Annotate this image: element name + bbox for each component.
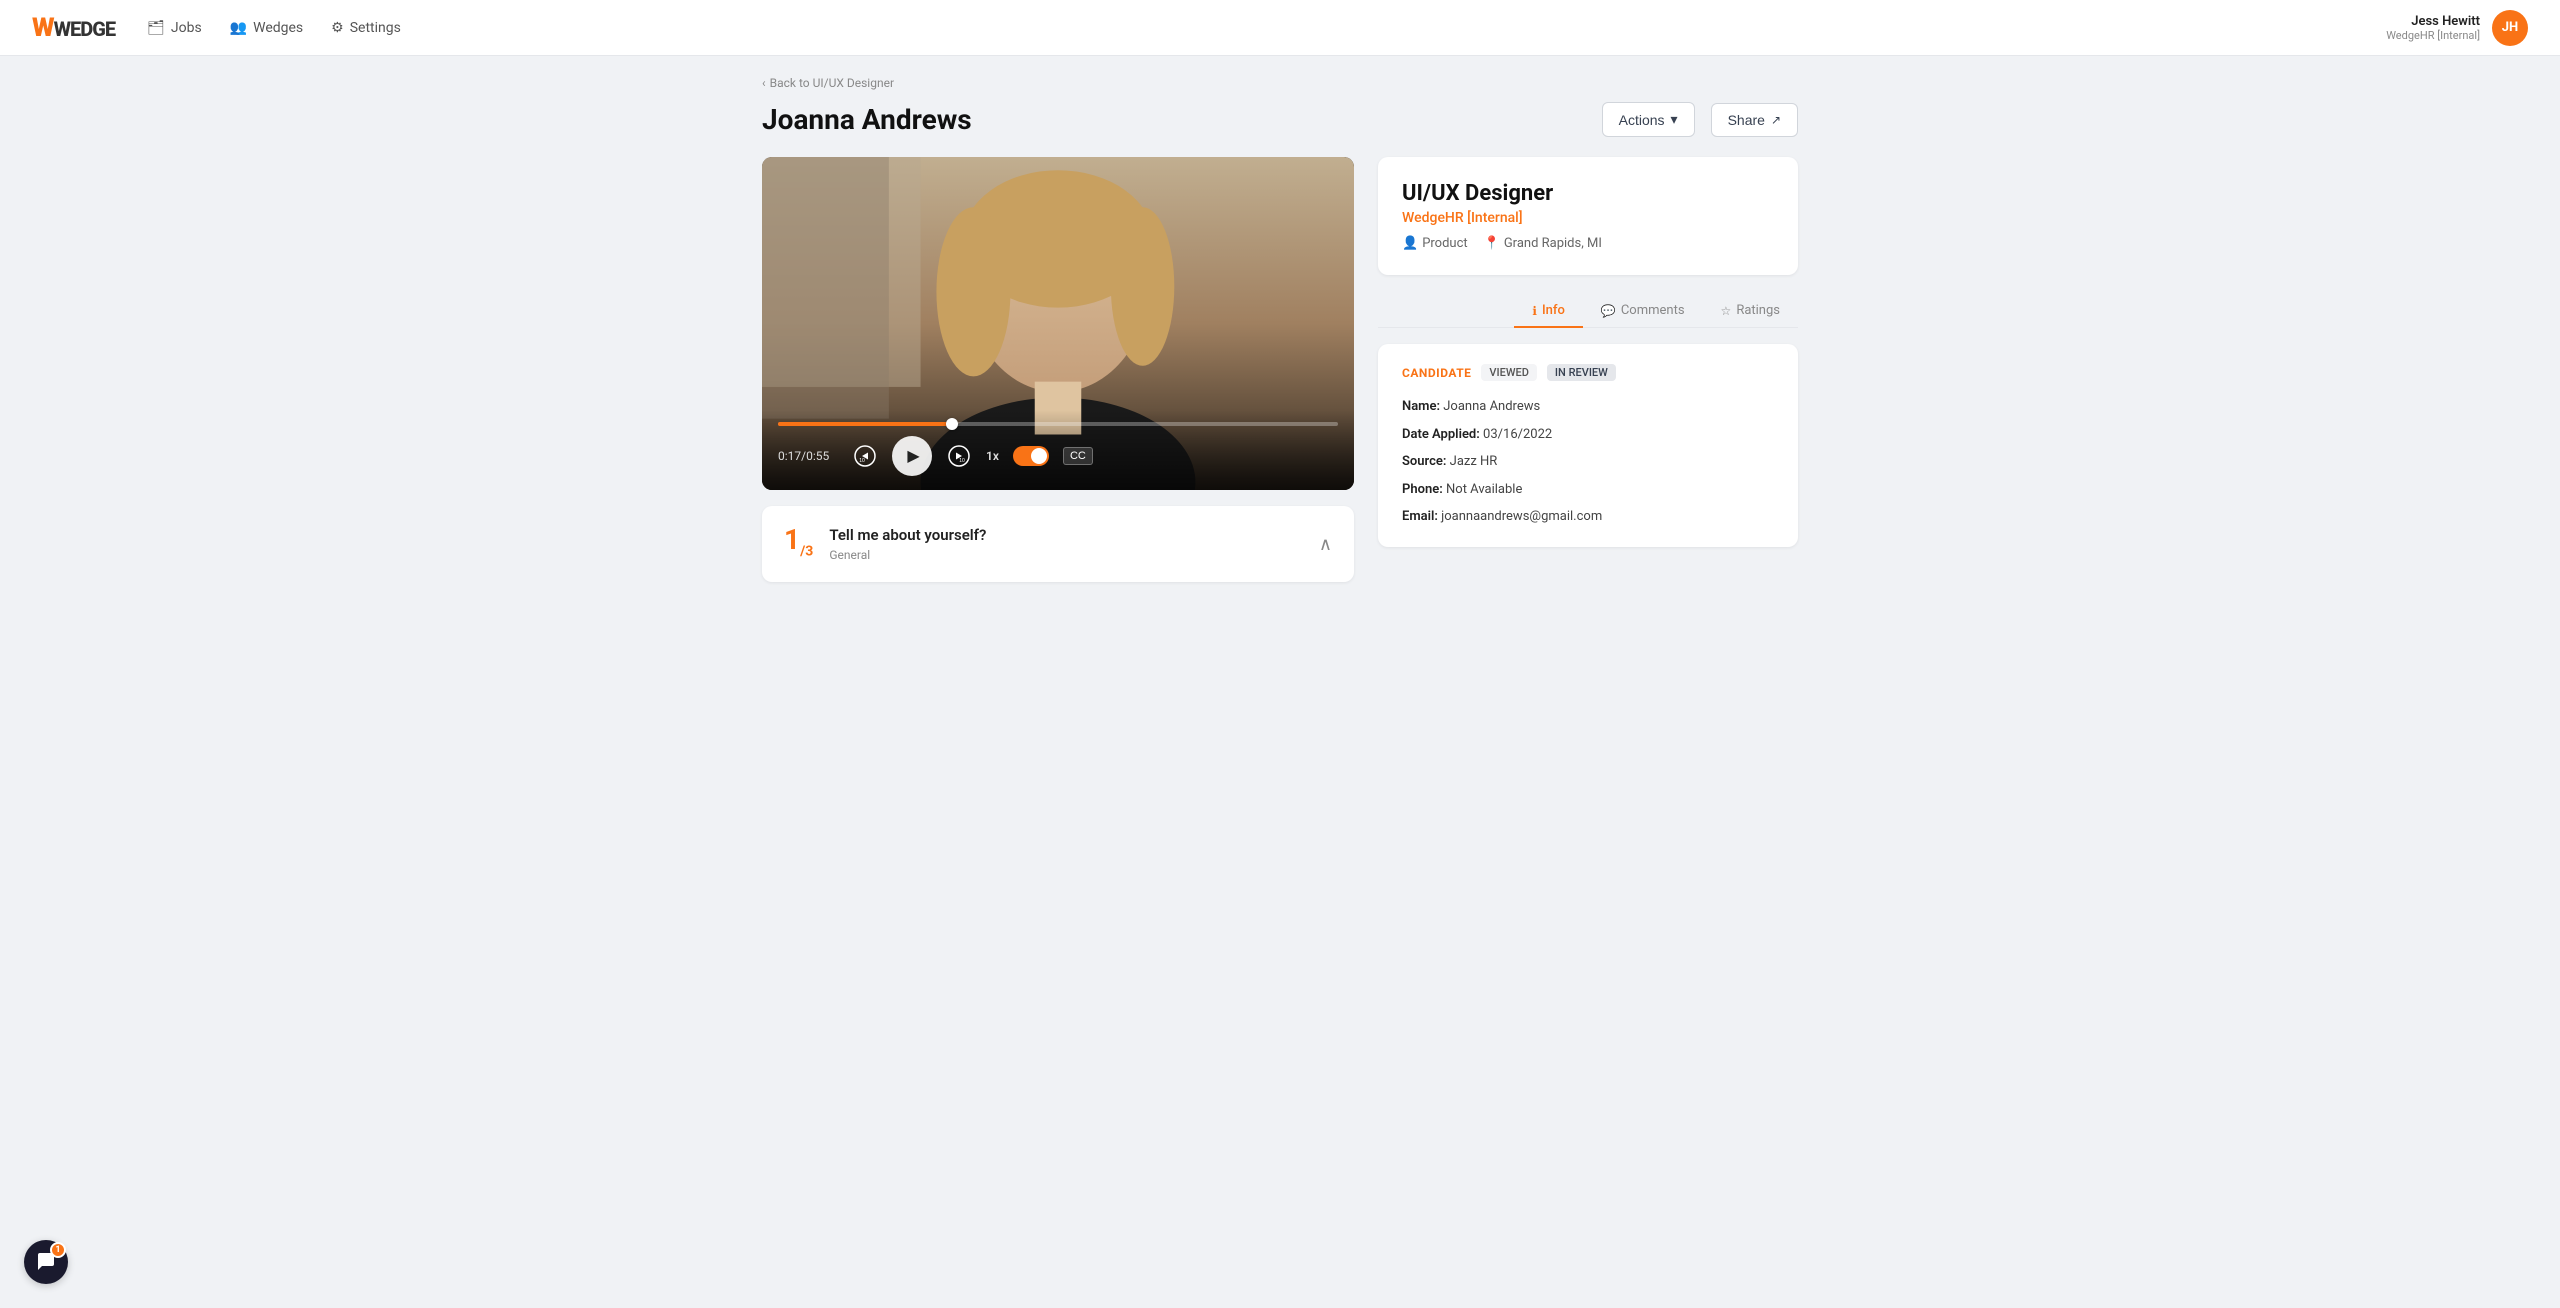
forward-icon: 10 <box>948 445 970 467</box>
notification-badge: 1 <box>50 1242 66 1258</box>
tab-comments[interactable]: 💬 Comments <box>1583 295 1703 328</box>
share-label: Share <box>1728 112 1765 128</box>
users-icon: 👥 <box>230 20 247 36</box>
time-display: 0:17/0:55 <box>778 449 838 463</box>
play-icon: ▶ <box>907 446 919 466</box>
candidate-label: CANDIDATE <box>1402 366 1471 380</box>
svg-text:10: 10 <box>859 458 865 464</box>
header-actions: Actions ▾ Share ↗ <box>1602 102 1798 137</box>
page-title: Joanna Andrews <box>762 103 972 136</box>
share-button[interactable]: Share ↗ <box>1711 103 1798 137</box>
location-icon: 📍 <box>1484 236 1500 251</box>
page-header: Joanna Andrews Actions ▾ Share ↗ <box>762 102 1798 137</box>
job-department: 👤 Product <box>1402 236 1468 251</box>
chat-bubble[interactable]: 1 <box>24 1240 68 1284</box>
navbar-left: WWEDGE 🗂 Jobs 👥 Wedges ⚙ Settings <box>32 13 401 43</box>
progress-fill <box>778 422 952 426</box>
speed-control[interactable]: 1x <box>986 449 999 463</box>
email-label: Email: <box>1402 509 1438 524</box>
video-controls: 0:17/0:55 10 ▶ <box>762 410 1354 490</box>
candidate-header: CANDIDATE VIEWED IN REVIEW <box>1402 364 1774 381</box>
job-location: 📍 Grand Rapids, MI <box>1484 236 1602 251</box>
chevron-left-icon: ‹ <box>762 76 766 90</box>
email-value: joannaandrews@gmail.com <box>1441 509 1602 524</box>
actions-button[interactable]: Actions ▾ <box>1602 102 1695 137</box>
progress-knob <box>946 418 958 430</box>
nav-item-wedges[interactable]: 👥 Wedges <box>230 20 303 36</box>
chevron-down-icon: ▾ <box>1671 111 1678 128</box>
logo[interactable]: WWEDGE <box>32 13 115 43</box>
forward-button[interactable]: 10 <box>946 443 972 469</box>
question-left: 1/3 Tell me about yourself? General <box>784 526 986 562</box>
breadcrumb: ‹ Back to UI/UX Designer <box>762 76 1798 90</box>
rewind-button[interactable]: 10 <box>852 443 878 469</box>
name-label: Name: <box>1402 399 1440 414</box>
status-badge-viewed: VIEWED <box>1481 364 1537 381</box>
audio-toggle[interactable] <box>1013 446 1049 466</box>
question-details: Tell me about yourself? General <box>829 526 986 562</box>
date-label: Date Applied: <box>1402 427 1480 442</box>
info-icon: ℹ <box>1532 304 1537 318</box>
video-player: 0:17/0:55 10 ▶ <box>762 157 1354 490</box>
navbar: WWEDGE 🗂 Jobs 👥 Wedges ⚙ Settings <box>0 0 2560 56</box>
rewind-icon: 10 <box>854 445 876 467</box>
left-column: 0:17/0:55 10 ▶ <box>762 157 1354 582</box>
question-card: 1/3 Tell me about yourself? General ∧ <box>762 506 1354 582</box>
comment-icon: 💬 <box>1601 304 1616 318</box>
job-meta: 👤 Product 📍 Grand Rapids, MI <box>1402 236 1774 251</box>
candidate-card: CANDIDATE VIEWED IN REVIEW Name: Joanna … <box>1378 344 1798 547</box>
job-org: WedgeHR [Internal] <box>1402 210 1774 226</box>
captions-button[interactable]: CC <box>1063 447 1093 465</box>
question-category: General <box>829 548 986 562</box>
candidate-name-row: Name: Joanna Andrews <box>1402 397 1774 417</box>
breadcrumb-link[interactable]: Back to UI/UX Designer <box>770 76 894 90</box>
name-value: Joanna Andrews <box>1443 399 1540 414</box>
tab-ratings[interactable]: ☆ Ratings <box>1703 295 1798 328</box>
source-label: Source: <box>1402 454 1446 469</box>
briefcase-icon: 🗂 <box>147 20 165 36</box>
phone-value: Not Available <box>1446 482 1522 497</box>
question-number: 1/3 <box>784 526 813 559</box>
user-info: Jess Hewitt WedgeHR [Internal] <box>2386 14 2480 42</box>
tab-info[interactable]: ℹ Info <box>1514 295 1582 328</box>
phone-label: Phone: <box>1402 482 1443 497</box>
svg-text:10: 10 <box>959 458 965 464</box>
content-grid: 0:17/0:55 10 ▶ <box>762 157 1798 582</box>
user-org: WedgeHR [Internal] <box>2386 29 2480 42</box>
user-name: Jess Hewitt <box>2386 14 2480 29</box>
job-title: UI/UX Designer <box>1402 181 1774 206</box>
navbar-right: Jess Hewitt WedgeHR [Internal] JH <box>2386 10 2528 46</box>
job-card: UI/UX Designer WedgeHR [Internal] 👤 Prod… <box>1378 157 1798 275</box>
share-icon: ↗ <box>1771 113 1781 127</box>
nav-links: 🗂 Jobs 👥 Wedges ⚙ Settings <box>147 20 401 36</box>
gear-icon: ⚙ <box>331 20 344 36</box>
candidate-date-row: Date Applied: 03/16/2022 <box>1402 425 1774 445</box>
nav-item-jobs[interactable]: 🗂 Jobs <box>147 20 202 36</box>
tabs-container: ℹ Info 💬 Comments ☆ Ratings <box>1378 295 1798 328</box>
play-button[interactable]: ▶ <box>892 436 932 476</box>
candidate-phone-row: Phone: Not Available <box>1402 480 1774 500</box>
chevron-up-icon: ∧ <box>1319 534 1332 554</box>
progress-bar[interactable] <box>778 422 1338 426</box>
date-value: 03/16/2022 <box>1483 427 1552 442</box>
actions-label: Actions <box>1619 112 1665 128</box>
candidate-email-row: Email: joannaandrews@gmail.com <box>1402 507 1774 527</box>
expand-button[interactable]: ∧ <box>1319 534 1332 555</box>
nav-item-settings[interactable]: ⚙ Settings <box>331 20 401 36</box>
toggle-knob <box>1031 448 1047 464</box>
main-content: ‹ Back to UI/UX Designer Joanna Andrews … <box>730 56 1830 622</box>
star-icon: ☆ <box>1721 304 1732 318</box>
source-value: Jazz HR <box>1450 454 1498 469</box>
controls-row: 0:17/0:55 10 ▶ <box>778 436 1338 476</box>
avatar[interactable]: JH <box>2492 10 2528 46</box>
question-text: Tell me about yourself? <box>829 526 986 544</box>
question-total: /3 <box>800 544 813 560</box>
person-icon: 👤 <box>1402 236 1418 251</box>
candidate-source-row: Source: Jazz HR <box>1402 452 1774 472</box>
status-badge-review: IN REVIEW <box>1547 364 1616 381</box>
right-column: UI/UX Designer WedgeHR [Internal] 👤 Prod… <box>1378 157 1798 547</box>
